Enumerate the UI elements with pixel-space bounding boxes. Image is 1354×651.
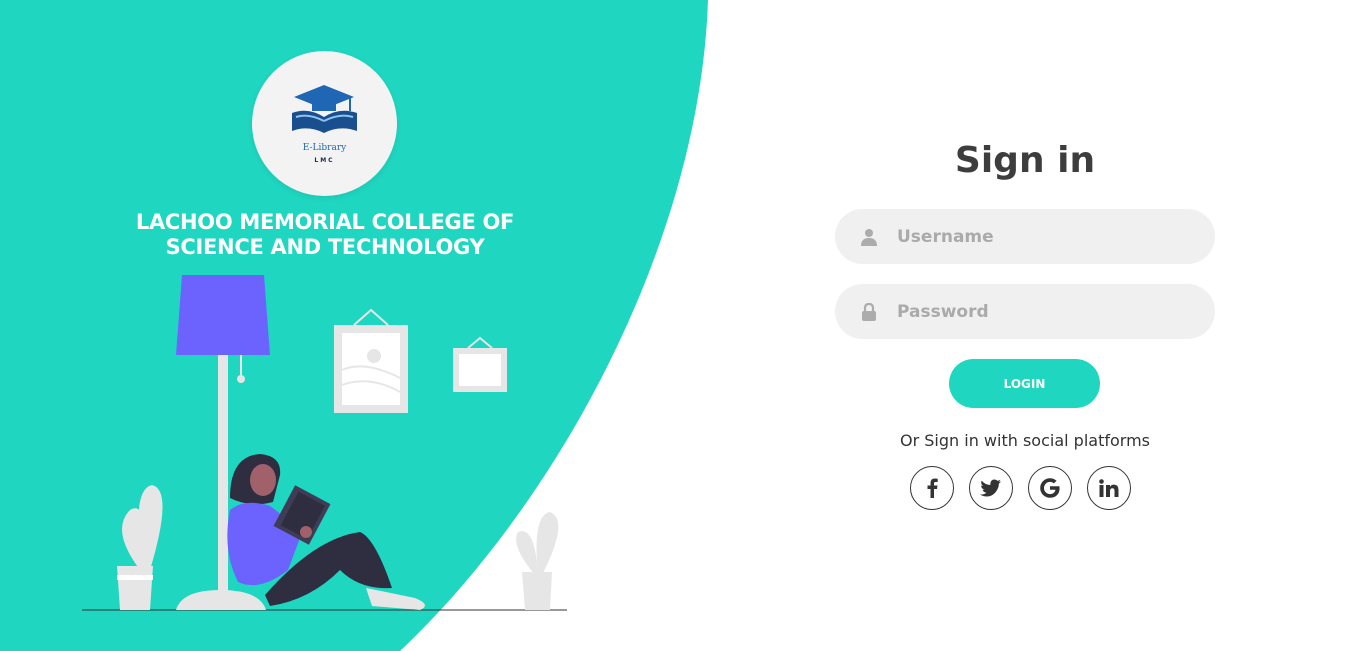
user-icon bbox=[859, 227, 879, 247]
login-button[interactable]: LOGIN bbox=[949, 359, 1100, 408]
facebook-icon bbox=[927, 478, 938, 498]
logo-subtext: LMC bbox=[314, 157, 335, 164]
twitter-icon bbox=[980, 479, 1001, 497]
username-input[interactable] bbox=[895, 225, 1199, 248]
logo-text: E-Library bbox=[302, 143, 347, 153]
google-button[interactable] bbox=[1028, 466, 1072, 510]
college-name-heading: LACHOO MEMORIAL COLLEGE OF SCIENCE AND T… bbox=[135, 210, 515, 259]
reading-illustration bbox=[82, 275, 567, 611]
facebook-button[interactable] bbox=[910, 466, 954, 510]
college-logo: E-Library LMC bbox=[252, 51, 397, 196]
social-signin-text: Or Sign in with social platforms bbox=[900, 431, 1150, 450]
password-field[interactable] bbox=[835, 284, 1215, 339]
linkedin-button[interactable] bbox=[1087, 466, 1131, 510]
password-input[interactable] bbox=[895, 300, 1199, 323]
linkedin-icon bbox=[1099, 479, 1119, 497]
lock-icon bbox=[859, 302, 879, 322]
twitter-button[interactable] bbox=[969, 466, 1013, 510]
username-field[interactable] bbox=[835, 209, 1215, 264]
google-icon bbox=[1040, 478, 1060, 498]
graduation-book-icon bbox=[292, 85, 357, 133]
signin-title: Sign in bbox=[954, 140, 1096, 181]
social-buttons bbox=[910, 466, 1131, 510]
